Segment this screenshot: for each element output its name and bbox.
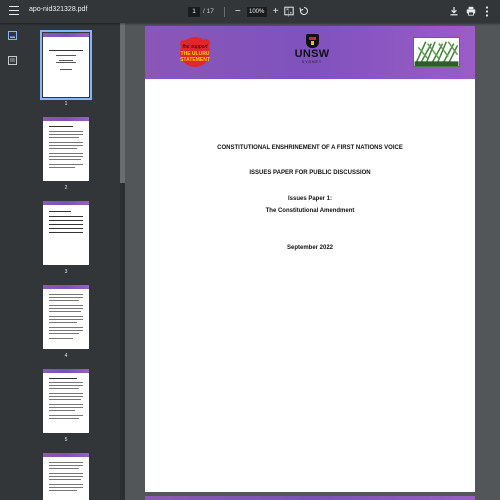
logo-text-line-3: STATEMENT [180,57,210,63]
thumbnail-label: 2 [64,185,68,191]
scrollbar[interactable] [120,23,125,500]
menu-icon[interactable] [9,6,19,17]
pdf-page-1: the support THE ULURU STATEMENT UNSW SYD… [145,26,475,492]
document-subtitle: ISSUES PAPER FOR PUBLIC DISCUSSION [249,170,371,176]
thumbnail-page-5[interactable] [43,369,89,433]
page-total-label: / 17 [203,8,214,15]
thumbnail-label: 3 [64,269,68,275]
thumbnail-page-2[interactable] [43,117,89,181]
zoom-out-button[interactable]: − [235,6,241,17]
issues-paper-topic: The Constitutional Amendment [265,208,355,214]
zoom-in-button[interactable]: + [273,6,279,17]
more-icon[interactable] [484,6,490,17]
page-header-banner: the support THE ULURU STATEMENT UNSW SYD… [145,26,475,79]
unsw-logo-subtext: SYDNEY [301,60,323,64]
toolbar-divider [223,6,225,17]
outline-icon[interactable] [8,56,17,65]
document-date: September 2022 [286,245,334,251]
leaf-pattern-logo [413,37,460,67]
thumbnails-icon[interactable] [8,31,17,40]
download-icon[interactable] [449,6,459,16]
thumbnail-label: 1 [64,101,68,107]
print-icon[interactable] [466,6,476,16]
pdf-toolbar: apo-nid321328.pdf 1 / 17 − 100% + [0,0,500,23]
pdf-page-2-edge [145,496,475,500]
logo-text-line-1: the support [182,44,208,50]
thumbnail-page-6[interactable] [43,453,89,500]
scrollbar-thumb[interactable] [120,23,125,183]
rotate-icon[interactable] [299,6,309,16]
fit-page-icon[interactable] [284,6,294,16]
uluru-statement-logo: the support THE ULURU STATEMENT [180,37,210,67]
zoom-level-input[interactable]: 100% [246,6,267,17]
unsw-logo: UNSW SYDNEY [292,34,332,70]
unsw-shield-icon [305,34,319,48]
unsw-logo-text: UNSW [294,48,330,60]
document-title: CONSTITUTIONAL ENSHRINEMENT OF A FIRST N… [217,145,403,151]
thumbnail-label: 4 [64,353,68,359]
thumbnail-page-1[interactable] [40,30,92,100]
page-zoom-controls: 1 / 17 − 100% + [188,5,289,18]
thumbnail-sidebar: 1 2 3 4 5 [0,23,120,500]
document-viewer[interactable]: the support THE ULURU STATEMENT UNSW SYD… [120,23,500,500]
issues-paper-number: Issues Paper 1: [287,196,333,202]
document-filename: apo-nid321328.pdf [29,6,88,13]
thumbnail-page-4[interactable] [43,285,89,349]
thumbnail-label: 5 [64,437,68,443]
page-number-input[interactable]: 1 [188,6,200,17]
sidebar-tools [0,23,24,500]
thumbnail-page-3[interactable] [43,201,89,265]
thumbnail-list: 1 2 3 4 5 [24,23,120,500]
